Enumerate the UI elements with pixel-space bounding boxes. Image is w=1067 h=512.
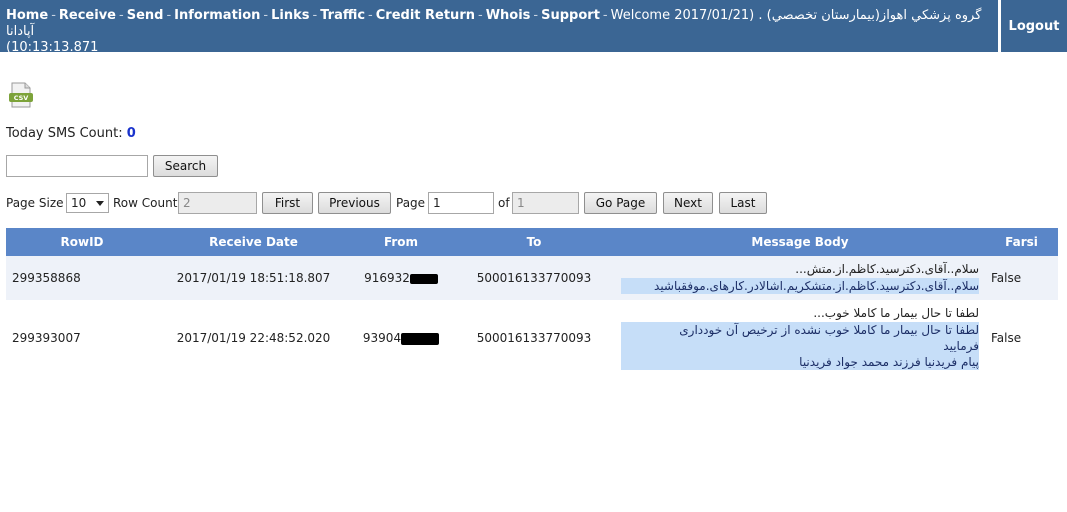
chevron-down-icon [96, 201, 104, 206]
cell-receive-date: 2017/01/19 22:48:52.020 [158, 300, 349, 376]
messages-table: RowID Receive Date From To Message Body … [6, 228, 1058, 376]
page-size-select[interactable]: 10 [66, 193, 109, 213]
login-time: (10:13:13.871 [6, 40, 99, 55]
csv-file-icon[interactable]: CSV [8, 82, 34, 108]
nav-receive[interactable]: Receive [59, 8, 116, 23]
col-message-body[interactable]: Message Body [615, 228, 985, 256]
redaction-mark [401, 332, 440, 345]
row-count-field: 2 [178, 192, 257, 214]
col-farsi[interactable]: Farsi [985, 228, 1058, 256]
sms-count: Today SMS Count: 0 [6, 126, 136, 141]
nav-traffic[interactable]: Traffic [320, 8, 365, 23]
page-number-input[interactable]: 1 [428, 192, 494, 214]
cell-to: 500016133770093 [453, 300, 615, 376]
nav-home[interactable]: Home [6, 8, 48, 23]
go-page-button[interactable]: Go Page [584, 192, 657, 214]
message-line: سلام..آقای.دکترسید.کاظم.از.متشکریم.اشالا… [654, 279, 979, 293]
col-from[interactable]: From [349, 228, 453, 256]
from-number: 916932 [364, 271, 410, 285]
search-button[interactable]: Search [153, 155, 218, 177]
nav-information[interactable]: Information [174, 8, 260, 23]
cell-farsi: False [985, 300, 1058, 376]
cell-from: 916932 [349, 256, 453, 300]
svg-text:CSV: CSV [14, 94, 29, 102]
col-to[interactable]: To [453, 228, 615, 256]
col-rowid[interactable]: RowID [6, 228, 158, 256]
table-header-row: RowID Receive Date From To Message Body … [6, 228, 1058, 256]
sms-count-value: 0 [126, 126, 136, 141]
cell-rowid: 299393007 [6, 300, 158, 376]
previous-page-button[interactable]: Previous [318, 192, 391, 214]
page-size-label: Page Size [6, 196, 64, 210]
cell-to: 500016133770093 [453, 256, 615, 300]
nav-links[interactable]: Links [271, 8, 309, 23]
page-size-value: 10 [71, 196, 87, 210]
message-preview: لطفا تا حال بیمار ما کاملا خوب... [813, 306, 979, 320]
last-page-button[interactable]: Last [719, 192, 767, 214]
nav-send[interactable]: Send [127, 8, 164, 23]
next-page-button[interactable]: Next [663, 192, 713, 214]
message-line: فرمایید [943, 339, 979, 353]
message-line: پیام فریدنیا فرزند محمد جواد فریدنیا [799, 355, 979, 369]
message-line: لطفا تا حال بیمار ما کاملا خوب نشده از ت… [679, 323, 979, 337]
nav-credit-return[interactable]: Credit Return [376, 8, 475, 23]
col-receive-date[interactable]: Receive Date [158, 228, 349, 256]
table-row: 299393007 2017/01/19 22:48:52.020 93904 … [6, 300, 1058, 376]
total-pages-field: 1 [512, 192, 579, 214]
page-label: Page [396, 196, 426, 210]
search-input[interactable] [6, 155, 148, 177]
sms-count-label: Today SMS Count: [6, 126, 123, 141]
redaction-mark [409, 273, 438, 284]
cell-rowid: 299358868 [6, 256, 158, 300]
first-page-button[interactable]: First [262, 192, 313, 214]
message-full: سلام..آقای.دکترسید.کاظم.از.متشکریم.اشالا… [621, 278, 979, 294]
nav-support[interactable]: Support [541, 8, 600, 23]
message-preview: سلام..آقای.دکترسید.کاظم.از.متش... [795, 262, 979, 276]
nav-whois[interactable]: Whois [486, 8, 531, 23]
row-count-label: Row Count [113, 196, 178, 210]
cell-from: 93904 [349, 300, 453, 376]
cell-receive-date: 2017/01/19 18:51:18.807 [158, 256, 349, 300]
cell-message-body: لطفا تا حال بیمار ما کاملا خوب... لطفا ت… [615, 300, 985, 376]
from-number: 93904 [362, 331, 402, 345]
message-full: لطفا تا حال بیمار ما کاملا خوب نشده از ت… [621, 322, 979, 370]
cell-farsi: False [985, 256, 1058, 300]
top-nav-bar: Home - Receive - Send - Information - Links - Traf… [0, 0, 998, 55]
of-label: of [498, 196, 510, 210]
table-row: 299358868 2017/01/19 18:51:18.807 916932… [6, 256, 1058, 300]
cell-message-body: سلام..آقای.دکترسید.کاظم.از.متش... سلام..… [615, 256, 985, 300]
logout-button[interactable]: Logout [1001, 0, 1067, 52]
